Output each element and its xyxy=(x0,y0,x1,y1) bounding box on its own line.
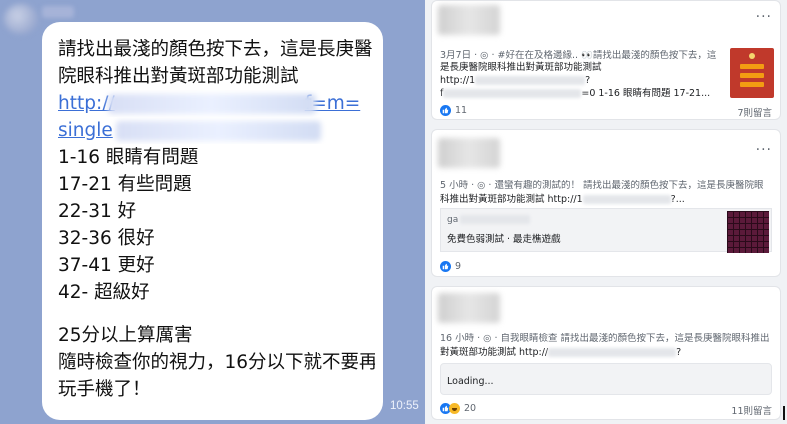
score-line: 17-21 有些問題 xyxy=(58,174,192,195)
more-options-icon[interactable]: ··· xyxy=(756,9,772,25)
sender-avatar[interactable] xyxy=(4,4,38,34)
link-preview-loading[interactable]: Loading... xyxy=(440,363,772,395)
thumbnail-bar xyxy=(740,82,764,87)
search-results-feed: ··· 3月7日 · ◎ · #好在在及格邊緣.. 👀請找出最淺的顏色按下去，這… xyxy=(425,0,787,424)
score-line: 1-16 眼睛有問題 xyxy=(58,147,199,168)
poster-name-redacted xyxy=(438,138,500,168)
post-meta: 5 小時 · ◎ · 還蠻有趣的測試的！ 請找出最淺的顏色按下去，這是長庚醫院眼 xyxy=(440,180,764,191)
score-line: 22-31 好 xyxy=(58,201,137,222)
post-link-line[interactable]: http://1? xyxy=(440,74,590,87)
post-text-tail: =0 1-16 眼睛有問題 17-21... xyxy=(581,88,711,99)
post-link-tail: ? xyxy=(676,347,682,358)
score-line: 42- 超級好 xyxy=(58,282,150,303)
post-link[interactable]: http://1 xyxy=(440,75,475,86)
message-bubble[interactable]: 請找出最淺的顏色按下去，這是長庚醫 院眼科推出對黃斑部功能測試 http://f… xyxy=(42,22,383,420)
post-link-line[interactable]: 對黃斑部功能測試 http://? xyxy=(440,346,681,359)
redacted-link-blur xyxy=(443,89,582,98)
haha-icon xyxy=(449,403,460,414)
message-link-line[interactable]: single xyxy=(58,117,375,144)
post-link-line[interactable]: f =0 1-16 眼睛有問題 17-21... xyxy=(440,87,710,100)
post-text: 是長庚醫院眼科推出對黃斑部功能測試 xyxy=(440,62,602,73)
reaction-summary[interactable]: 9 xyxy=(440,261,461,272)
reaction-count: 9 xyxy=(455,261,462,272)
chat-panel: 請找出最淺的顏色按下去，這是長庚醫 院眼科推出對黃斑部功能測試 http://f… xyxy=(0,0,425,424)
text-cursor xyxy=(783,406,785,420)
thumbnail-bar xyxy=(740,73,764,78)
redacted-link-blur xyxy=(582,195,671,204)
post-text: 科推出對黃斑部功能測試 http://1 xyxy=(440,194,583,205)
post-text: 對黃斑部功能測試 http:// xyxy=(440,347,549,358)
score-line: 32-36 很好 xyxy=(58,228,155,249)
post-link-line[interactable]: 科推出對黃斑部功能測試 http://1?... xyxy=(440,193,685,206)
thumbnail-dot xyxy=(749,53,755,59)
like-icon xyxy=(440,105,451,116)
reaction-summary[interactable]: 20 xyxy=(440,403,476,414)
message-line: 院眼科推出對黃斑部功能測試 xyxy=(58,66,299,87)
post-link-tail: ? xyxy=(585,75,591,86)
footer-line: 隨時檢查你的視力，16分以下就不要再 xyxy=(58,352,375,373)
reaction-count: 20 xyxy=(464,403,477,414)
comment-count[interactable]: 7則留言 xyxy=(737,105,772,119)
footer-line: 玩手機了！ xyxy=(58,379,151,400)
message-timestamp: 10:55 xyxy=(390,400,419,412)
poster-name-redacted xyxy=(438,5,500,35)
redacted-link-blur xyxy=(116,121,321,141)
post-link-tail: ?... xyxy=(670,194,685,205)
reaction-summary[interactable]: 11 xyxy=(440,105,467,116)
post-meta: 16 小時 · ◎ · 自我眼睛檢查 請找出最淺的顏色按下去，這是長庚醫院眼科推… xyxy=(440,333,770,344)
poster-name-redacted xyxy=(438,293,500,323)
redacted-link-blur xyxy=(108,94,316,114)
redacted-link-blur xyxy=(548,348,677,357)
thumbnail-bar xyxy=(740,64,764,69)
redacted-link-blur xyxy=(475,76,586,85)
link-title: 免費色弱測試 · 最走樵遊戲 xyxy=(447,234,561,245)
sender-name-redacted xyxy=(42,6,74,18)
link-preview-thumbnail xyxy=(727,211,769,253)
reaction-count: 11 xyxy=(455,105,468,116)
message-link-line[interactable]: http://f=m= xyxy=(58,90,375,117)
link-domain: ga xyxy=(447,215,531,225)
more-options-icon[interactable]: ··· xyxy=(756,142,772,158)
post-thumbnail[interactable] xyxy=(730,48,774,98)
message-line: 請找出最淺的顏色按下去，這是長庚醫 xyxy=(58,39,373,60)
post-card[interactable]: 16 小時 · ◎ · 自我眼睛檢查 請找出最淺的顏色按下去，這是長庚醫院眼科推… xyxy=(431,286,781,420)
loading-text: Loading... xyxy=(447,376,494,387)
comment-count[interactable]: 11則留言 xyxy=(731,403,772,417)
like-icon xyxy=(440,261,451,272)
footer-line: 25分以上算厲害 xyxy=(58,325,193,346)
message-link[interactable]: http:// xyxy=(58,93,115,114)
post-card[interactable]: ··· 5 小時 · ◎ · 還蠻有趣的測試的！ 請找出最淺的顏色按下去，這是長… xyxy=(431,129,781,277)
message-link[interactable]: single xyxy=(58,120,113,141)
link-preview[interactable]: ga 免費色弱測試 · 最走樵遊戲 xyxy=(440,208,772,253)
post-card[interactable]: ··· 3月7日 · ◎ · #好在在及格邊緣.. 👀請找出最淺的顏色按下去，這… xyxy=(431,0,781,120)
score-line: 37-41 更好 xyxy=(58,255,155,276)
